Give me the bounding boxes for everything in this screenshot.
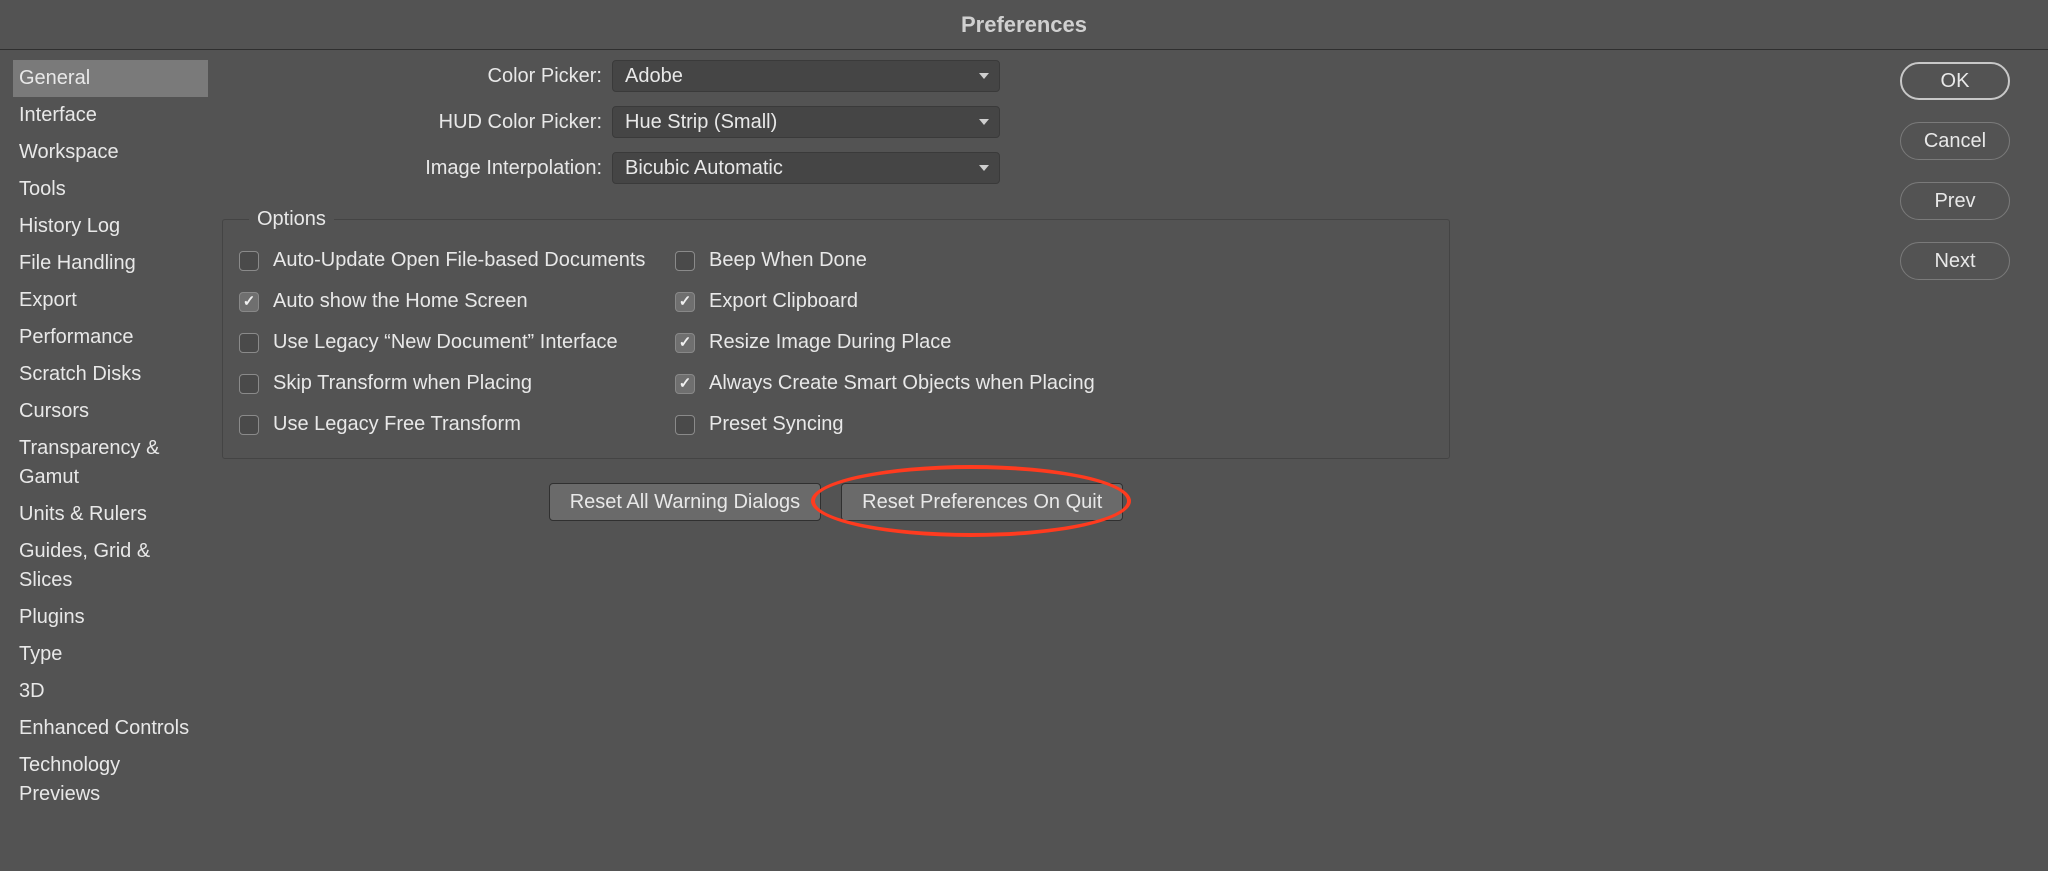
next-button[interactable]: Next	[1900, 242, 2010, 280]
checkbox-label: Preset Syncing	[709, 413, 844, 436]
sidebar-item-plugins[interactable]: Plugins	[13, 599, 208, 636]
checkbox-icon[interactable]	[675, 333, 695, 353]
sidebar-item-tools[interactable]: Tools	[13, 171, 208, 208]
option-right-0[interactable]: Beep When Done	[675, 249, 1433, 272]
sidebar: GeneralInterfaceWorkspaceToolsHistory Lo…	[13, 60, 208, 871]
label-color-picker: Color Picker:	[222, 65, 602, 88]
sidebar-item-guides-grid-slices[interactable]: Guides, Grid & Slices	[13, 533, 208, 599]
dropdown-hud-color-picker[interactable]: Hue Strip (Small)	[612, 106, 1000, 138]
option-right-1[interactable]: Export Clipboard	[675, 290, 1433, 313]
window-title: Preferences	[961, 12, 1087, 38]
main-panel: Color Picker: Adobe HUD Color Picker: Hu…	[208, 60, 2048, 871]
sidebar-item-performance[interactable]: Performance	[13, 319, 208, 356]
checkbox-icon[interactable]	[675, 251, 695, 271]
dropdown-color-picker[interactable]: Adobe	[612, 60, 1000, 92]
dropdown-value: Bicubic Automatic	[625, 157, 783, 180]
sidebar-item-type[interactable]: Type	[13, 636, 208, 673]
checkbox-label: Auto-Update Open File-based Documents	[273, 249, 645, 272]
bottom-button-row: Reset All Warning Dialogs Reset Preferen…	[222, 483, 1450, 521]
checkbox-icon[interactable]	[239, 374, 259, 394]
row-color-picker: Color Picker: Adobe	[222, 60, 1880, 92]
button-label: Prev	[1934, 190, 1975, 213]
checkbox-icon[interactable]	[675, 415, 695, 435]
ok-button[interactable]: OK	[1900, 62, 2010, 100]
checkbox-label: Export Clipboard	[709, 290, 858, 313]
option-left-3[interactable]: Skip Transform when Placing	[239, 372, 671, 395]
checkbox-icon[interactable]	[239, 333, 259, 353]
button-label: Reset Preferences On Quit	[862, 491, 1102, 514]
dropdown-value: Adobe	[625, 65, 683, 88]
preferences-window: Preferences GeneralInterfaceWorkspaceToo…	[0, 0, 2048, 871]
checkbox-label: Skip Transform when Placing	[273, 372, 532, 395]
chevron-down-icon	[979, 73, 989, 79]
option-left-4[interactable]: Use Legacy Free Transform	[239, 413, 671, 436]
sidebar-item-transparency-gamut[interactable]: Transparency & Gamut	[13, 430, 208, 496]
checkbox-icon[interactable]	[239, 251, 259, 271]
sidebar-item-3d[interactable]: 3D	[13, 673, 208, 710]
row-image-interpolation: Image Interpolation: Bicubic Automatic	[222, 152, 1880, 184]
button-label: Reset All Warning Dialogs	[570, 491, 800, 514]
checkbox-label: Always Create Smart Objects when Placing	[709, 372, 1095, 395]
sidebar-item-scratch-disks[interactable]: Scratch Disks	[13, 356, 208, 393]
right-button-column: OK Cancel Prev Next	[1900, 62, 2010, 521]
row-hud-color-picker: HUD Color Picker: Hue Strip (Small)	[222, 106, 1880, 138]
option-right-4[interactable]: Preset Syncing	[675, 413, 1433, 436]
options-grid: Auto-Update Open File-based Documents Bee…	[239, 249, 1433, 436]
options-legend: Options	[249, 208, 334, 231]
button-label: Next	[1934, 250, 1975, 273]
sidebar-item-history-log[interactable]: History Log	[13, 208, 208, 245]
sidebar-item-workspace[interactable]: Workspace	[13, 134, 208, 171]
checkbox-label: Resize Image During Place	[709, 331, 951, 354]
sidebar-item-cursors[interactable]: Cursors	[13, 393, 208, 430]
option-left-0[interactable]: Auto-Update Open File-based Documents	[239, 249, 671, 272]
checkbox-label: Beep When Done	[709, 249, 867, 272]
dropdown-image-interpolation[interactable]: Bicubic Automatic	[612, 152, 1000, 184]
button-label: Cancel	[1924, 130, 1986, 153]
label-hud-color-picker: HUD Color Picker:	[222, 111, 602, 134]
chevron-down-icon	[979, 119, 989, 125]
reset-preferences-on-quit-button[interactable]: Reset Preferences On Quit	[841, 483, 1123, 521]
sidebar-item-export[interactable]: Export	[13, 282, 208, 319]
cancel-button[interactable]: Cancel	[1900, 122, 2010, 160]
checkbox-label: Use Legacy “New Document” Interface	[273, 331, 618, 354]
sidebar-item-enhanced-controls[interactable]: Enhanced Controls	[13, 710, 208, 747]
prev-button[interactable]: Prev	[1900, 182, 2010, 220]
option-right-3[interactable]: Always Create Smart Objects when Placing	[675, 372, 1433, 395]
sidebar-item-technology-previews[interactable]: Technology Previews	[13, 747, 208, 813]
option-right-2[interactable]: Resize Image During Place	[675, 331, 1433, 354]
body: GeneralInterfaceWorkspaceToolsHistory Lo…	[0, 50, 2048, 871]
sidebar-item-interface[interactable]: Interface	[13, 97, 208, 134]
options-group: Options Auto-Update Open File-based Docu…	[222, 208, 1450, 459]
sidebar-item-file-handling[interactable]: File Handling	[13, 245, 208, 282]
checkbox-icon[interactable]	[675, 292, 695, 312]
checkbox-icon[interactable]	[675, 374, 695, 394]
sidebar-item-general[interactable]: General	[13, 60, 208, 97]
option-left-2[interactable]: Use Legacy “New Document” Interface	[239, 331, 671, 354]
label-image-interpolation: Image Interpolation:	[222, 157, 602, 180]
form-rows: Color Picker: Adobe HUD Color Picker: Hu…	[222, 60, 1880, 184]
titlebar: Preferences	[0, 0, 2048, 50]
checkbox-icon[interactable]	[239, 415, 259, 435]
button-label: OK	[1941, 70, 1970, 93]
checkbox-label: Use Legacy Free Transform	[273, 413, 521, 436]
chevron-down-icon	[979, 165, 989, 171]
option-left-1[interactable]: Auto show the Home Screen	[239, 290, 671, 313]
sidebar-item-units-rulers[interactable]: Units & Rulers	[13, 496, 208, 533]
checkbox-icon[interactable]	[239, 292, 259, 312]
reset-warning-dialogs-button[interactable]: Reset All Warning Dialogs	[549, 483, 821, 521]
dropdown-value: Hue Strip (Small)	[625, 111, 777, 134]
checkbox-label: Auto show the Home Screen	[273, 290, 528, 313]
